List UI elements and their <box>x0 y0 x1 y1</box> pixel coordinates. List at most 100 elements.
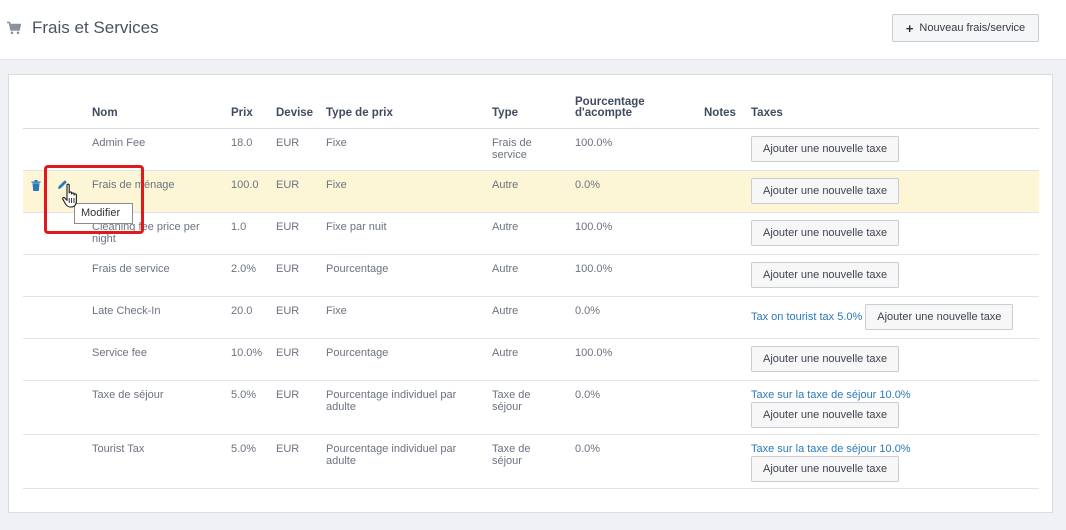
fee-price: 2.0% <box>231 263 257 275</box>
add-tax-button[interactable]: Ajouter une nouvelle taxe <box>751 402 900 428</box>
fee-type: Autre <box>492 179 519 191</box>
fee-price-type: Pourcentage individuel par adulte <box>326 389 456 413</box>
fee-price: 20.0 <box>231 305 253 317</box>
fee-type: Frais de service <box>492 137 532 161</box>
fee-type: Autre <box>492 221 519 233</box>
fee-deposit: 100.0% <box>575 221 613 233</box>
fee-deposit: 100.0% <box>575 347 613 359</box>
fee-price-type-line1: Pourcentage individuel par <box>326 443 457 455</box>
fee-price-type: Fixe par nuit <box>326 221 387 233</box>
fee-price: 18.0 <box>231 137 253 149</box>
fee-currency: EUR <box>276 305 300 317</box>
add-tax-button[interactable]: Ajouter une nouvelle taxe <box>751 220 900 246</box>
table-row: Tourist Tax 5.0% EUR Pourcentage individ… <box>23 435 1039 489</box>
fees-panel: Nom Prix Devise Type de prix Type Pource… <box>8 74 1053 513</box>
page-header: Frais et Services + Nouveau frais/servic… <box>0 0 1066 60</box>
cart-icon <box>7 21 21 35</box>
column-header-taxes: Taxes <box>751 107 783 119</box>
fee-name: Service fee <box>92 347 148 359</box>
fee-taxes: Ajouter une nouvelle taxe <box>751 178 900 204</box>
fee-type: Autre <box>492 347 519 359</box>
fee-deposit: 0.0% <box>575 305 601 317</box>
fee-name: Late Check-In <box>92 305 161 317</box>
tax-link[interactable]: Tax on tourist tax 5.0% <box>751 311 862 323</box>
add-tax-button[interactable]: Ajouter une nouvelle taxe <box>751 456 900 482</box>
fee-type: Autre <box>492 263 519 275</box>
fee-price-type-line1: Pourcentage individuel par <box>326 389 457 401</box>
fee-taxes: Ajouter une nouvelle taxe <box>751 346 900 372</box>
fee-taxes: Ajouter une nouvelle taxe <box>751 262 900 288</box>
table-row: Late Check-In 20.0 EUR Fixe Autre 0.0% T… <box>23 297 1039 339</box>
fee-name: Admin Fee <box>92 137 146 149</box>
new-fee-service-button[interactable]: + Nouveau frais/service <box>892 14 1039 42</box>
fee-price: 5.0% <box>231 389 257 401</box>
fee-currency: EUR <box>276 179 300 191</box>
column-header-type: Type <box>492 107 518 119</box>
fee-price-type: Fixe <box>326 305 347 317</box>
add-tax-button[interactable]: Ajouter une nouvelle taxe <box>751 262 900 288</box>
fee-name: Taxe de séjour <box>92 389 164 401</box>
fee-price: 1.0 <box>231 221 247 233</box>
fee-currency: EUR <box>276 263 300 275</box>
table-header: Nom Prix Devise Type de prix Type Pource… <box>23 95 1039 129</box>
fee-name: Tourist Tax <box>92 443 145 455</box>
fee-type-line2: service <box>492 149 527 161</box>
fee-type-line1: Taxe de <box>492 389 531 401</box>
fee-price-type: Pourcentage <box>326 347 389 359</box>
fee-type-line2: séjour <box>492 401 522 413</box>
add-tax-button[interactable]: Ajouter une nouvelle taxe <box>865 304 1014 330</box>
column-header-notes: Notes <box>704 107 736 119</box>
fee-name-line2: night <box>92 233 116 245</box>
fee-deposit: 0.0% <box>575 179 601 191</box>
tax-link[interactable]: Taxe sur la taxe de séjour 10.0% <box>751 443 911 455</box>
add-tax-button[interactable]: Ajouter une nouvelle taxe <box>751 136 900 162</box>
fee-price-type-line2: adulte <box>326 401 356 413</box>
fee-price-type: Fixe <box>326 137 347 149</box>
add-tax-button[interactable]: Ajouter une nouvelle taxe <box>751 178 900 204</box>
fee-currency: EUR <box>276 347 300 359</box>
table-row: Admin Fee 18.0 EUR Fixe Frais de service… <box>23 129 1039 171</box>
fee-price: 100.0 <box>231 179 259 191</box>
table-row: Service fee 10.0% EUR Pourcentage Autre … <box>23 339 1039 381</box>
fee-taxes: Taxe sur la taxe de séjour 10.0% Ajouter… <box>751 389 911 428</box>
fee-deposit: 0.0% <box>575 389 601 401</box>
edit-tooltip: Modifier <box>74 203 133 224</box>
fee-price: 10.0% <box>231 347 263 359</box>
column-header-type-de-prix: Type de prix <box>326 107 393 119</box>
fee-taxes: Ajouter une nouvelle taxe <box>751 220 900 246</box>
fee-name: Frais de service <box>92 263 170 275</box>
fee-price-type-line2: adulte <box>326 455 356 467</box>
column-header-acompte: d'acompte <box>575 107 633 119</box>
table-row: Taxe de séjour 5.0% EUR Pourcentage indi… <box>23 381 1039 435</box>
fee-price-type: Fixe <box>326 179 347 191</box>
fee-type: Autre <box>492 305 519 317</box>
column-header-devise: Devise <box>276 107 314 119</box>
fee-deposit: 100.0% <box>575 263 613 275</box>
fee-currency: EUR <box>276 443 300 455</box>
page-title: Frais et Services <box>32 18 159 37</box>
hand-cursor-icon <box>62 183 77 208</box>
fee-price: 5.0% <box>231 443 257 455</box>
fee-type-line1: Taxe de <box>492 443 531 455</box>
fee-price-type: Pourcentage <box>326 263 389 275</box>
fee-type-line1: Frais de <box>492 137 532 149</box>
fee-deposit: 0.0% <box>575 443 601 455</box>
column-header-prix: Prix <box>231 107 253 119</box>
tax-link[interactable]: Taxe sur la taxe de séjour 10.0% <box>751 389 911 401</box>
column-header-nom: Nom <box>92 107 118 119</box>
table-row: Cleaning fee price per night 1.0 EUR Fix… <box>23 213 1039 255</box>
fee-currency: EUR <box>276 389 300 401</box>
fee-currency: EUR <box>276 221 300 233</box>
table-row: Frais de service 2.0% EUR Pourcentage Au… <box>23 255 1039 297</box>
plus-icon: + <box>905 20 914 36</box>
fee-taxes: Tax on tourist tax 5.0% Ajouter une nouv… <box>751 304 1014 330</box>
fee-type: Taxe de séjour <box>492 443 531 467</box>
trash-icon[interactable] <box>31 180 41 191</box>
add-tax-button[interactable]: Ajouter une nouvelle taxe <box>751 346 900 372</box>
table-row: Frais de ménage 100.0 EUR Fixe Autre 0.0… <box>23 171 1039 213</box>
fee-type-line2: séjour <box>492 455 522 467</box>
fee-deposit: 100.0% <box>575 137 613 149</box>
new-fee-service-label: Nouveau frais/service <box>919 22 1026 34</box>
fee-type: Taxe de séjour <box>492 389 531 413</box>
fee-taxes: Ajouter une nouvelle taxe <box>751 136 900 162</box>
